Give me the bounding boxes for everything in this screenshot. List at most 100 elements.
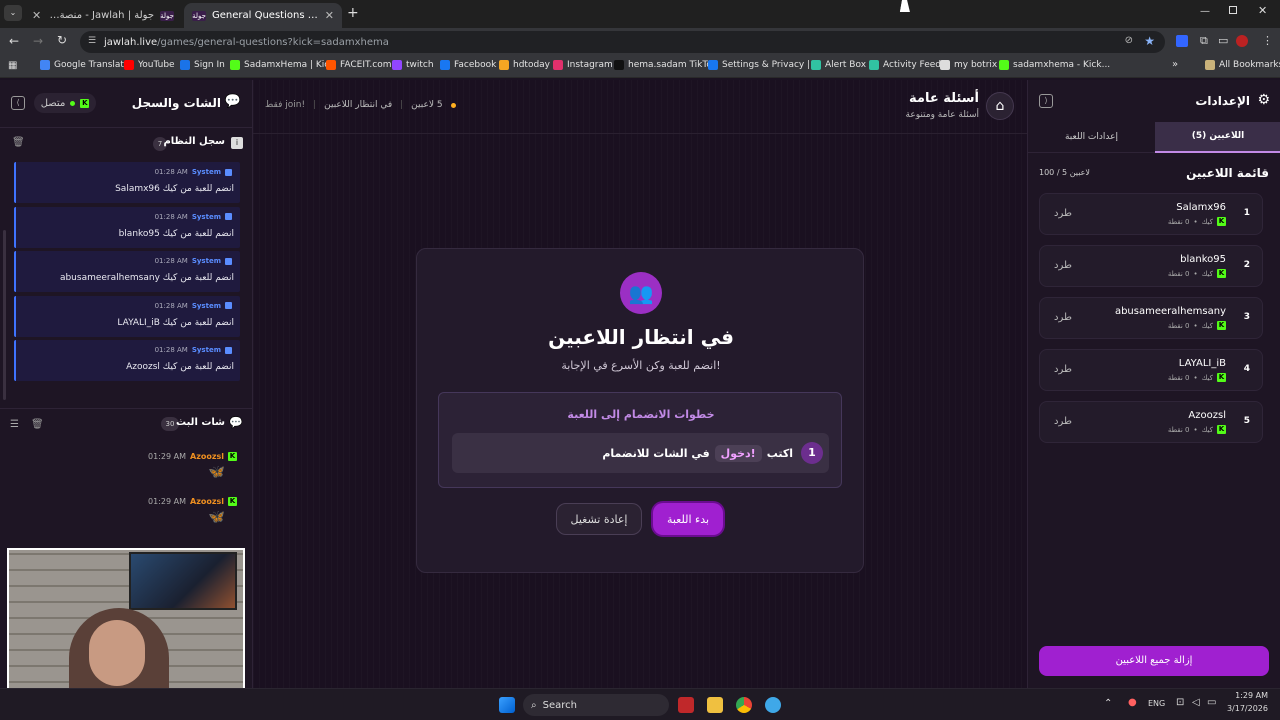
player-platform: كيك — [1201, 321, 1213, 330]
chevron-right-icon[interactable]: » — [1172, 59, 1178, 70]
start-icon[interactable] — [499, 697, 515, 713]
kick-icon: K — [80, 98, 90, 108]
bookmark-favicon-icon — [499, 60, 509, 70]
tab-general-questions[interactable]: جولة General Questions - أسئلة عامة ✕ — [184, 3, 342, 28]
players-count: 5 لاعبين — [411, 100, 443, 110]
file-explorer-icon[interactable] — [707, 697, 723, 713]
network-icon[interactable]: ⊡ — [1176, 697, 1184, 708]
users-icon: 👥 — [620, 272, 662, 314]
mic-icon[interactable]: ● — [1128, 697, 1137, 708]
collapse-panel-icon[interactable]: ⟩ — [1039, 94, 1053, 108]
star-icon[interactable]: ★ — [1144, 34, 1155, 48]
site-info-icon[interactable]: ☰ — [88, 36, 96, 46]
bookmark-item[interactable]: Alert Box — [811, 60, 866, 70]
clock-time[interactable]: 1:29 AM — [1222, 691, 1268, 700]
language-indicator[interactable]: ENG — [1148, 699, 1165, 708]
forward-icon[interactable]: → — [33, 34, 43, 48]
trash-icon[interactable]: 🗑 — [12, 137, 25, 148]
bookmark-item[interactable]: Activity Feed — [869, 60, 941, 70]
app-icon[interactable] — [678, 697, 694, 713]
message-text: Azoozsl انضم للعبة من كيك — [126, 362, 234, 372]
kick-player-button[interactable]: طرد — [1054, 364, 1072, 375]
address-bar[interactable]: ☰ jawlah.live/games/general-questions?ki… — [80, 31, 1165, 53]
tab-game-settings[interactable]: إعدادات اللعبة — [1028, 122, 1155, 153]
chat-user[interactable]: Azoozsl — [190, 452, 224, 461]
taskbar-search[interactable]: ⌕ Search — [523, 694, 669, 716]
settings-tabs: اللاعبين (5) إعدادات اللعبة — [1028, 122, 1280, 153]
jawlah-favicon: جولة — [192, 10, 206, 21]
restart-button[interactable]: إعادة تشغيل — [556, 503, 642, 535]
join-steps-title: خطوات الانضمام إلى اللعبة — [567, 408, 715, 421]
kick-player-button[interactable]: طرد — [1054, 208, 1072, 219]
home-button[interactable]: ⌂ — [986, 92, 1014, 120]
chat-bubble-icon: 💬 — [224, 94, 241, 109]
system-log-header: 🗑 7 سجل النظام i — [0, 128, 253, 160]
chat-user[interactable]: Azoozsl — [190, 497, 224, 506]
streamer-face — [89, 620, 145, 686]
filter-icon[interactable]: ☰ — [10, 419, 19, 430]
all-bookmarks[interactable]: All Bookmarks — [1205, 60, 1280, 70]
message-text: Salamx96 انضم للعبة من كيك — [115, 184, 234, 194]
chrome-icon[interactable] — [736, 697, 752, 713]
bookmark-item[interactable]: Google Translate — [40, 60, 129, 70]
bookmark-item[interactable]: Instagram — [553, 60, 613, 70]
trash-icon[interactable]: 🗑 — [31, 419, 44, 430]
tab-jawlah-home[interactable]: ✕ جولة | Jawlah - منصة الألعاب الت جولة — [24, 3, 182, 28]
profile-avatar[interactable] — [1236, 35, 1248, 47]
bookmark-item[interactable]: Settings & Privacy |... — [708, 60, 819, 70]
tab-players[interactable]: اللاعبين (5) — [1155, 122, 1280, 153]
bookmark-favicon-icon — [180, 60, 190, 70]
kick-icon: K — [228, 497, 237, 506]
kick-player-button[interactable]: طرد — [1054, 260, 1072, 271]
player-row: 1 Salamx96 K كيك • 0 نقطة طرد — [1039, 193, 1263, 235]
kick-player-button[interactable]: طرد — [1054, 416, 1072, 427]
bookmark-item[interactable]: sadamxhema - Kick... — [999, 60, 1110, 70]
player-platform: كيك — [1201, 217, 1213, 226]
clock-date[interactable]: 3/17/2026 — [1212, 704, 1268, 713]
bookmark-favicon-icon — [553, 60, 563, 70]
maximize-button[interactable] — [1229, 6, 1237, 14]
remove-all-button[interactable]: إزالة جميع اللاعبين — [1039, 646, 1269, 676]
bookmark-item[interactable]: Sign In — [180, 60, 225, 70]
message-sender: System — [191, 301, 221, 310]
message-time: 01:28 AM — [154, 168, 188, 176]
player-points: 0 نقطة — [1167, 321, 1190, 330]
app-icon[interactable] — [765, 697, 781, 713]
eye-off-icon[interactable]: ⊘ — [1125, 35, 1133, 46]
players-capacity: 100 / 5 لاعبين — [1039, 168, 1090, 177]
apps-icon[interactable]: ▦ — [8, 60, 17, 71]
volume-icon[interactable]: ◁ — [1192, 697, 1200, 708]
reload-icon[interactable]: ↻ — [57, 33, 67, 47]
menu-icon[interactable]: ⋮ — [1262, 34, 1273, 47]
chevron-up-icon[interactable]: ⌃ — [1104, 698, 1112, 709]
webcam-overlay — [7, 548, 245, 711]
message-sender: System — [191, 212, 221, 221]
start-game-button[interactable]: بدء اللعبة — [653, 503, 723, 535]
extensions-icon[interactable]: ⧉ — [1200, 34, 1208, 48]
bookmark-item[interactable]: FACEIT.com — [326, 60, 392, 70]
close-icon[interactable]: ✕ — [32, 9, 41, 22]
bookmark-item[interactable]: Facebook — [440, 60, 496, 70]
split-icon[interactable]: ▭ — [1218, 34, 1228, 47]
bookmark-item[interactable]: hema.sadam TikTok — [614, 60, 717, 70]
close-window-button[interactable]: ✕ — [1258, 4, 1267, 17]
kick-player-button[interactable]: طرد — [1054, 312, 1072, 323]
tab-list-button[interactable]: ⌄ — [4, 5, 22, 21]
back-icon[interactable]: ← — [9, 34, 19, 48]
bookmark-item[interactable]: hdtoday — [499, 60, 550, 70]
system-log-message: 01:28 AM System Azoozsl انضم للعبة من كيك — [14, 340, 240, 381]
shield-icon — [225, 257, 232, 265]
bookmark-item[interactable]: twitch — [392, 60, 434, 70]
new-tab-button[interactable]: + — [347, 5, 359, 21]
online-dot — [70, 100, 76, 106]
minimize-button[interactable]: — — [1200, 6, 1210, 17]
windows-taskbar: ⌕ Search ⌃ ● ENG ⊡ ◁ ▭ 1:29 AM 3/17/2026 — [0, 688, 1280, 720]
wall-picture — [129, 552, 237, 610]
close-icon[interactable]: ✕ — [325, 9, 334, 22]
bookmark-item[interactable]: SadamxHema | Kick — [230, 60, 334, 70]
bookmark-favicon-icon — [940, 60, 950, 70]
bookmark-item[interactable]: YouTube — [124, 60, 175, 70]
bookmark-item[interactable]: my botrix — [940, 60, 997, 70]
collapse-panel-icon[interactable]: ⟨ — [11, 96, 25, 110]
extension-m-icon[interactable] — [1176, 35, 1188, 47]
